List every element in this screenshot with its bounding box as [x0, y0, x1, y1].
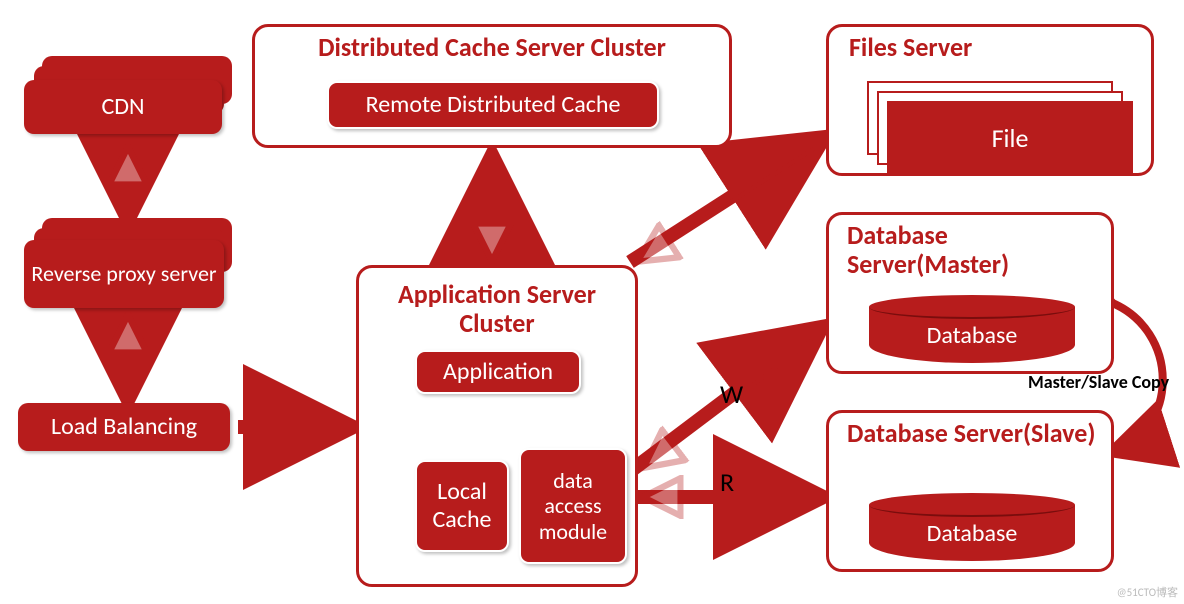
db-master-box: Database Server(Master) Database — [826, 212, 1114, 374]
db-slave-label: Database — [869, 519, 1075, 548]
load-balancing-node: Load Balancing — [18, 403, 230, 451]
dist-cache-title: Distributed Cache Server Cluster — [255, 27, 729, 64]
file-node: File — [887, 101, 1133, 175]
data-access-module-node: data access module — [519, 448, 627, 564]
edge-write-label: W — [720, 378, 743, 410]
db-master-cyl: Database — [869, 295, 1075, 363]
application-label: Application — [443, 358, 553, 386]
file-label: File — [992, 122, 1029, 154]
dist-cache-cluster-box: Distributed Cache Server Cluster Remote … — [252, 24, 732, 148]
cdn-node: CDN — [24, 80, 222, 134]
local-cache-label: Local Cache — [423, 478, 501, 533]
application-node: Application — [415, 350, 581, 394]
files-server-box: Files Server File — [826, 24, 1154, 176]
files-server-title: Files Server — [829, 27, 1151, 64]
db-slave-title: Database Server(Slave) — [829, 413, 1111, 450]
arrow-dam-to-files — [630, 140, 820, 262]
data-access-module-label: data access module — [527, 468, 619, 544]
db-slave-box: Database Server(Slave) Database — [826, 410, 1114, 572]
watermark: @51CTO博客 — [1117, 584, 1178, 600]
reverse-proxy-label: Reverse proxy server — [31, 261, 216, 286]
remote-distributed-cache-label: Remote Distributed Cache — [366, 91, 621, 119]
db-master-label: Database — [869, 321, 1075, 350]
cdn-label: CDN — [101, 93, 144, 121]
reverse-proxy-node: Reverse proxy server — [24, 240, 224, 308]
db-slave-cyl: Database — [869, 493, 1075, 561]
local-cache-node: Local Cache — [415, 460, 509, 552]
app-cluster-title: Application Server Cluster — [359, 268, 635, 339]
load-balancing-label: Load Balancing — [51, 413, 197, 441]
edge-read-label: R — [720, 466, 734, 498]
db-master-title: Database Server(Master) — [829, 215, 1111, 280]
app-cluster-box: Application Server Cluster Application L… — [356, 265, 638, 587]
remote-distributed-cache-node: Remote Distributed Cache — [327, 81, 659, 129]
edge-replication-label: Master/Slave Copy — [1028, 372, 1178, 393]
